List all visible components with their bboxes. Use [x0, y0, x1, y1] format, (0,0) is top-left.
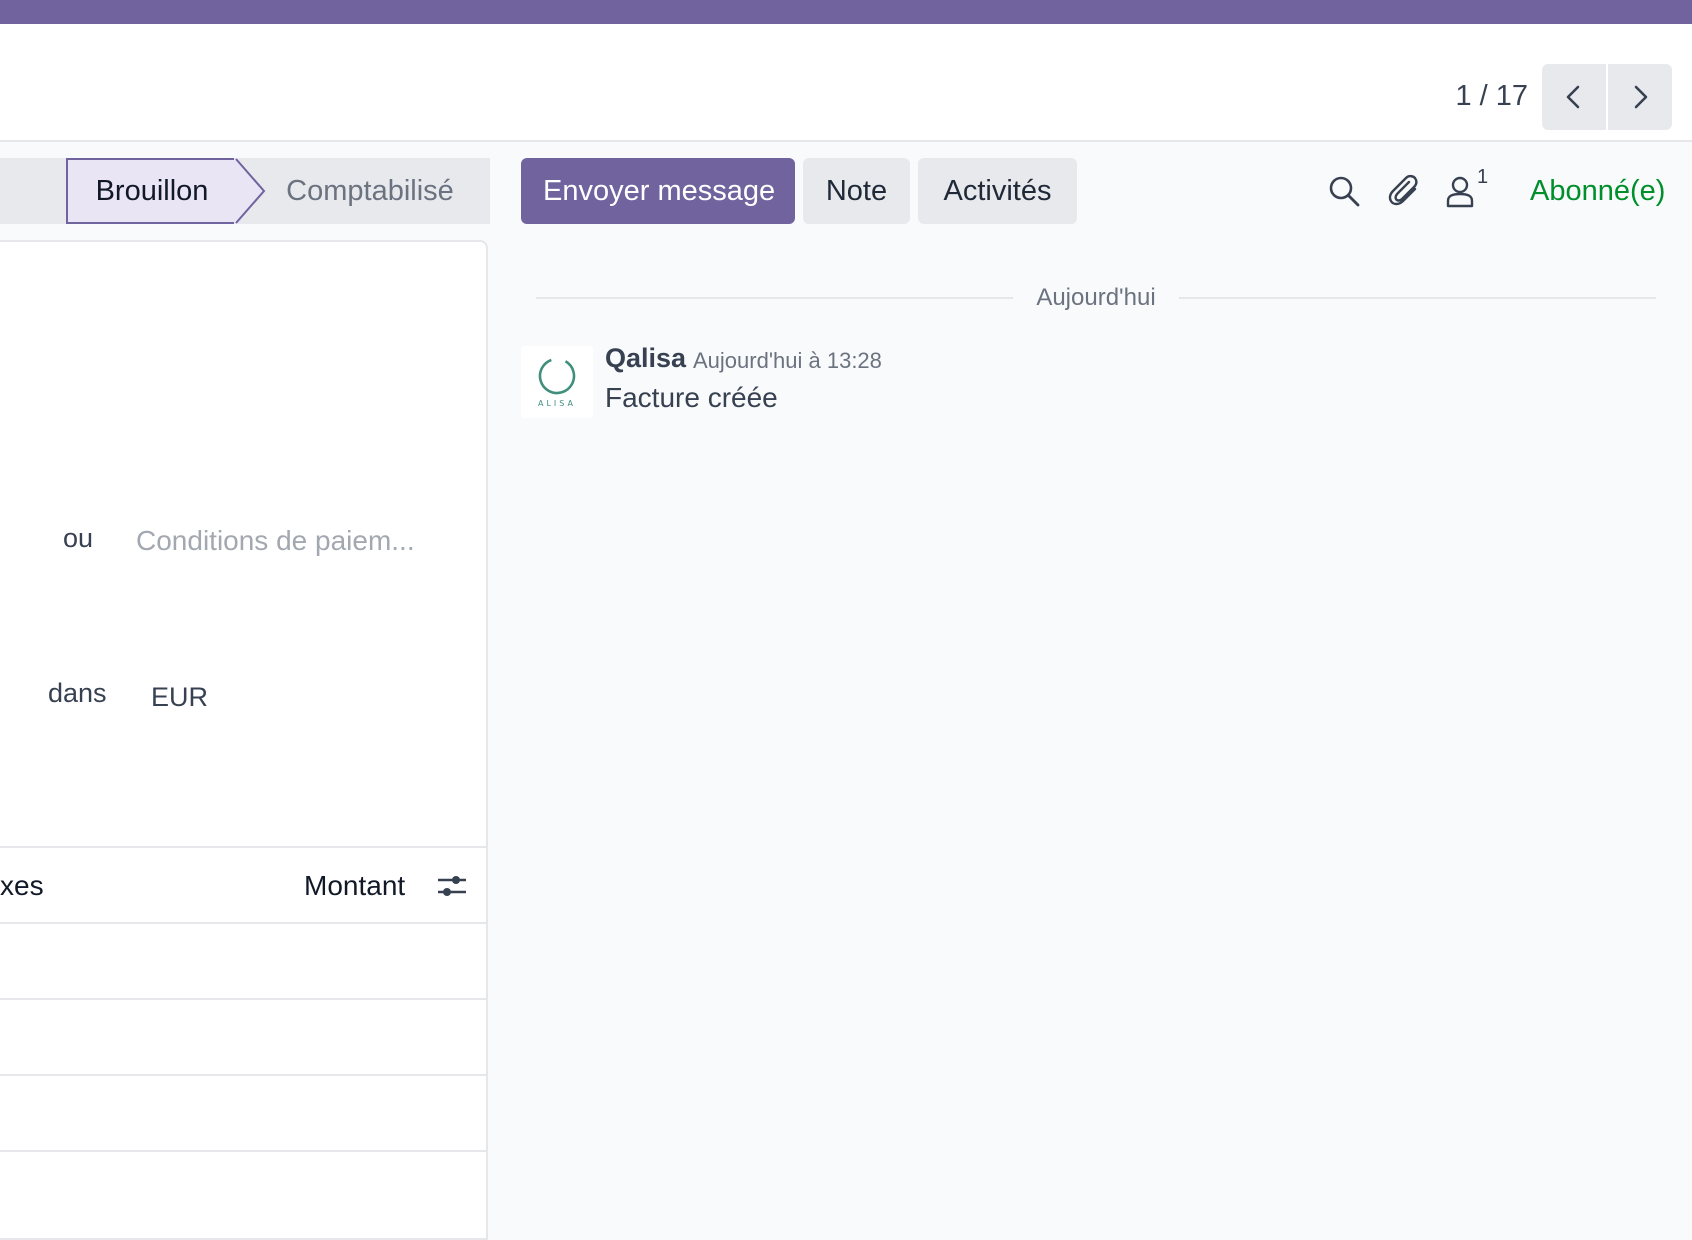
message-date: Aujourd'hui à 13:28: [693, 348, 882, 373]
separator-line: [536, 297, 1013, 299]
activities-button[interactable]: Activités: [918, 158, 1077, 224]
date-separator-label: Aujourd'hui: [1036, 284, 1156, 311]
column-header-taxes[interactable]: xes: [0, 848, 44, 924]
chevron-left-icon: [1566, 85, 1580, 109]
chevron-right-icon: [1634, 85, 1648, 109]
send-message-button[interactable]: Envoyer message: [521, 158, 795, 224]
separator-line: [1179, 297, 1656, 299]
pager-next-button[interactable]: [1608, 64, 1672, 130]
payment-or-label: ou: [63, 523, 94, 553]
invoice-lines-header: xes Montant: [0, 846, 486, 924]
table-row[interactable]: [0, 1076, 486, 1152]
paperclip-icon[interactable]: [1388, 174, 1422, 208]
table-row[interactable]: [0, 924, 486, 1000]
status-bar: Brouillon Comptabilisé: [0, 158, 490, 224]
column-header-amount[interactable]: Montant: [304, 848, 405, 924]
pager-value[interactable]: 1 / 17: [1448, 74, 1528, 118]
top-navbar: [0, 0, 1692, 24]
currency-field[interactable]: EUR: [151, 682, 208, 713]
form-sheet: ou Conditions de paiem... dans EUR xes M…: [0, 240, 488, 1240]
log-note-button[interactable]: Note: [803, 158, 910, 224]
control-panel: 1 / 17: [0, 24, 1692, 142]
currency-label: dans: [48, 678, 107, 708]
payment-terms-input[interactable]: Conditions de paiem...: [136, 525, 415, 557]
company-logo: ALISA: [538, 357, 576, 408]
pager-previous-button[interactable]: [1542, 64, 1606, 130]
search-icon[interactable]: [1327, 174, 1361, 208]
message-author[interactable]: Qalisa: [605, 343, 686, 374]
sliders-icon[interactable]: [436, 870, 468, 902]
followers-count: 1: [1477, 166, 1489, 188]
message-body: Facture créée: [605, 382, 778, 413]
stage-arrow-icon: [234, 158, 266, 224]
date-separator: Aujourd'hui: [536, 280, 1656, 316]
user-icon[interactable]: [1443, 174, 1477, 208]
follow-button[interactable]: Abonné(e): [1530, 158, 1665, 224]
status-stage-posted[interactable]: Comptabilisé: [270, 158, 470, 224]
table-row[interactable]: [0, 1000, 486, 1076]
avatar[interactable]: ALISA: [521, 346, 593, 418]
status-stage-draft[interactable]: Brouillon: [66, 158, 236, 224]
svg-text:ALISA: ALISA: [538, 399, 576, 408]
